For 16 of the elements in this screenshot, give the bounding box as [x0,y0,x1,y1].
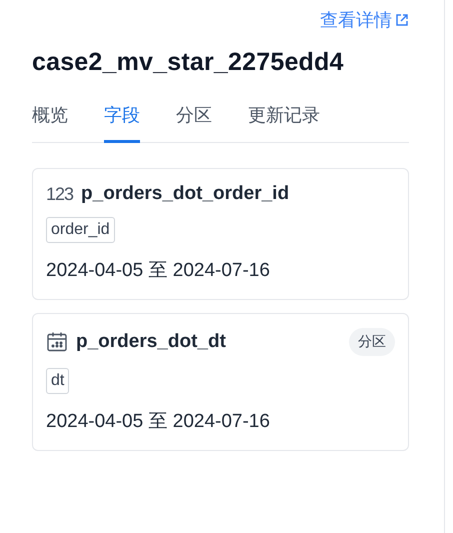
partition-badge: 分区 [349,328,395,356]
view-details-link[interactable]: 查看详情 [320,8,409,32]
field-name: p_orders_dot_order_id [81,183,290,205]
calendar-icon [46,331,68,353]
tab[interactable]: 字段 [104,103,140,143]
column-tag: order_id [46,217,115,243]
type-label: 123 [46,184,74,204]
date-range: 2024-04-05 至 2024-07-16 [46,259,271,283]
field-name: p_orders_dot_dt [76,331,227,353]
table-title: case2_mv_star_2275edd4 [32,48,345,77]
column-tag: dt [46,368,70,394]
tab[interactable]: 更新记录 [248,103,320,143]
tab[interactable]: 概览 [32,103,68,143]
tab[interactable]: 分区 [176,103,212,143]
date-range: 2024-04-05 至 2024-07-16 [46,410,271,434]
external-link-icon [395,13,409,27]
